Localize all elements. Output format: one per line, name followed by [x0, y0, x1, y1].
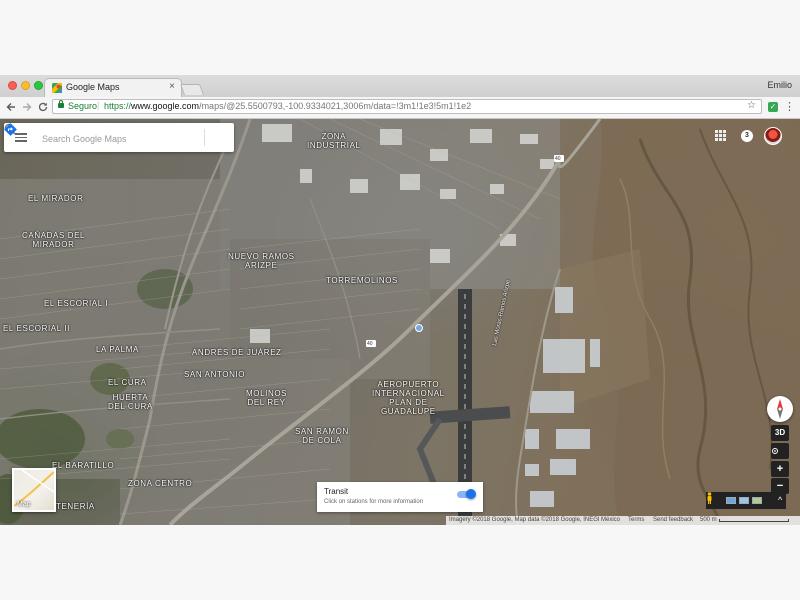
map-label[interactable]: EL MIRADOR	[28, 194, 84, 203]
route-number: 40	[367, 341, 373, 347]
expand-imagery-chevron-icon[interactable]: ^	[778, 495, 782, 505]
search-box	[4, 123, 234, 152]
tab-bar: Google Maps × Emilio	[0, 75, 800, 98]
scale-label[interactable]: 500 m	[700, 516, 717, 525]
url-path: /maps/@25.5500793,-100.9334021,3006m/dat…	[199, 101, 472, 111]
map-label[interactable]: TORREMOLINOS	[326, 276, 398, 285]
close-window-button[interactable]	[8, 81, 17, 90]
arrow-left-icon	[6, 103, 15, 111]
account-avatar[interactable]	[764, 127, 782, 145]
compass-button[interactable]	[767, 396, 793, 422]
compass-needle-icon	[777, 399, 783, 419]
map-label[interactable]: AEROPUERTO INTERNACIONAL PLAN DE GUADALU…	[372, 380, 445, 416]
back-button[interactable]	[4, 99, 18, 115]
minimize-window-button[interactable]	[21, 81, 30, 90]
map-type-label: Map	[17, 501, 31, 508]
imagery-thumbnail[interactable]	[752, 497, 762, 504]
new-tab-button[interactable]	[179, 84, 205, 95]
searchbox-divider	[204, 129, 205, 146]
my-location-button[interactable]	[771, 443, 789, 459]
reload-button[interactable]	[36, 99, 50, 115]
my-location-icon	[772, 448, 778, 454]
map-label[interactable]: SAN ANTONIO	[184, 370, 245, 379]
address-bar[interactable]: Seguro | https://www.google.com/maps/@25…	[52, 99, 762, 114]
zoom-window-button[interactable]	[34, 81, 43, 90]
google-apps-icon[interactable]	[715, 130, 726, 141]
mountain-terrain	[560, 119, 800, 525]
tab-title: Google Maps	[66, 82, 120, 92]
map-label[interactable]: ZONA INDUSTRIAL	[307, 132, 361, 150]
map-attribution-bar: Imagery ©2018 Google, Map data ©2018 Goo…	[446, 516, 800, 525]
transit-toggle[interactable]	[457, 489, 476, 499]
notification-badge[interactable]: 3	[741, 130, 753, 142]
map-label[interactable]: MOLINOS DEL REY	[246, 389, 287, 407]
airport-pin-icon[interactable]	[415, 324, 423, 332]
map-label[interactable]: EL ESCORIAL I	[44, 299, 108, 308]
profile-name[interactable]: Emilio	[767, 80, 792, 90]
map-label[interactable]: ANDRÉS DE JUÁREZ	[192, 348, 282, 357]
street-view-bar	[706, 492, 786, 509]
directions-icon[interactable]	[4, 123, 17, 136]
browser-menu-icon[interactable]: ⋮	[784, 100, 795, 113]
map-label[interactable]: EL CURA	[108, 378, 147, 387]
arrow-right-icon	[23, 103, 32, 111]
country-link[interactable]: México	[601, 516, 620, 525]
route-number: 40	[555, 156, 561, 162]
satellite-imagery	[0, 119, 800, 525]
map-label[interactable]: TENERÍA	[56, 502, 95, 511]
transit-title: Transit	[324, 487, 349, 496]
extension-check-icon[interactable]: ✓	[768, 102, 778, 112]
map-label[interactable]: NUEVO RAMOS ARIZPE	[228, 252, 295, 270]
map-label[interactable]: ZONA CENTRO	[128, 479, 192, 488]
transit-layer-card: Transit Click on stations for more infor…	[317, 482, 483, 512]
browser-tab[interactable]: Google Maps ×	[44, 78, 182, 97]
map-type-toggle[interactable]: Map	[12, 468, 56, 512]
search-input[interactable]	[40, 130, 174, 147]
forward-button[interactable]	[20, 99, 34, 115]
scale-bar	[719, 519, 789, 522]
map-label[interactable]: LA PALMA	[96, 345, 139, 354]
pegman-icon[interactable]	[706, 492, 713, 504]
url-separator: |	[97, 100, 100, 110]
secure-label: Seguro	[68, 101, 98, 111]
zoom-in-button[interactable]: +	[771, 461, 789, 477]
imagery-thumbnail[interactable]	[726, 497, 736, 504]
map-label[interactable]: SAN RAMÓN DE COLA	[295, 427, 349, 445]
tab-close-icon[interactable]: ×	[169, 81, 175, 92]
terms-link[interactable]: Terms	[628, 516, 644, 525]
browser-window: Google Maps × Emilio Seguro | https://ww…	[0, 75, 800, 525]
map-label[interactable]: HUERTA DEL CURA	[108, 393, 153, 411]
imagery-attribution: Imagery ©2018 Google, Map data ©2018 Goo…	[449, 517, 600, 523]
transit-subtitle: Click on stations for more information	[324, 499, 424, 505]
imagery-thumbnail[interactable]	[739, 497, 749, 504]
tilt-3d-button[interactable]: 3D	[771, 425, 789, 441]
send-feedback-link[interactable]: Send feedback	[653, 516, 693, 525]
map-label[interactable]: CAÑADAS DEL MIRADOR	[22, 231, 85, 249]
url-host: www.google.com	[131, 101, 200, 111]
bookmark-star-icon[interactable]: ☆	[747, 100, 756, 111]
browser-toolbar: Seguro | https://www.google.com/maps/@25…	[0, 97, 800, 119]
reload-icon	[38, 102, 48, 112]
lock-icon	[58, 100, 64, 108]
url-scheme: https://	[104, 101, 132, 111]
map-label[interactable]: EL BARATILLO	[52, 461, 114, 470]
google-maps-favicon-icon	[52, 83, 62, 93]
url-text[interactable]: https://www.google.com/maps/@25.5500793,…	[104, 101, 471, 111]
map-label[interactable]: EL ESCORIAL II	[3, 324, 70, 333]
map-canvas[interactable]: ZONA INDUSTRIAL EL MIRADOR CAÑADAS DEL M…	[0, 119, 800, 525]
